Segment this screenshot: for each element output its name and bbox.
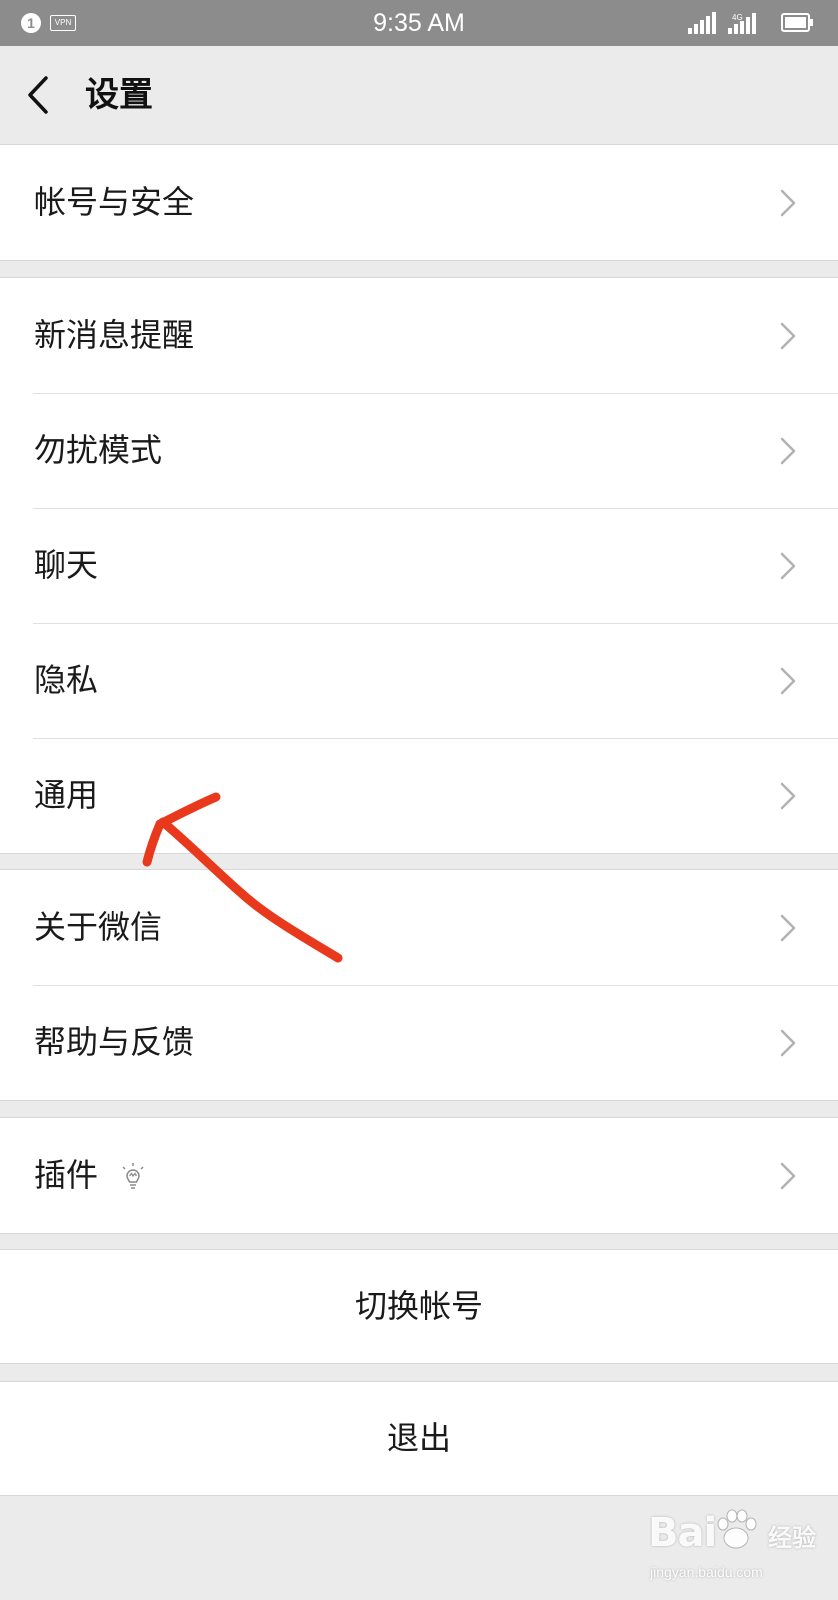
switch-account-group: 切换帐号 <box>0 1249 838 1364</box>
chevron-left-icon <box>28 76 48 114</box>
setting-label: 帐号与安全 <box>34 183 195 221</box>
setting-account-security[interactable]: 帐号与安全 <box>0 145 838 260</box>
baidu-jingyan-watermark: Bai 经验 jingyan.baidu.com <box>640 1500 820 1590</box>
chevron-right-icon <box>780 552 796 580</box>
chevron-right-icon <box>780 667 796 695</box>
setting-plugins[interactable]: 插件 <box>0 1118 838 1233</box>
setting-general[interactable]: 通用 <box>0 738 838 853</box>
network-label: 4G <box>732 13 743 22</box>
signal-4g-icon: 4G <box>728 13 756 34</box>
navbar: 设置 <box>0 46 838 144</box>
watermark-url: jingyan.baidu.com <box>650 1564 763 1580</box>
setting-label: 聊天 <box>34 546 99 584</box>
settings-group-about: 关于微信 帮助与反馈 <box>0 869 838 1101</box>
status-bar: 1 VPN 9:35 AM 4G <box>0 0 838 46</box>
setting-help-feedback[interactable]: 帮助与反馈 <box>0 985 838 1100</box>
switch-account-button[interactable]: 切换帐号 <box>0 1250 838 1363</box>
chevron-right-icon <box>780 1029 796 1057</box>
logout-group: 退出 <box>0 1381 838 1496</box>
setting-label: 新消息提醒 <box>34 316 195 354</box>
back-button[interactable] <box>20 72 64 118</box>
setting-label: 帮助与反馈 <box>34 1023 195 1061</box>
setting-label: 关于微信 <box>34 908 163 946</box>
setting-chat[interactable]: 聊天 <box>0 508 838 623</box>
chevron-right-icon <box>780 1162 796 1190</box>
setting-about-wechat[interactable]: 关于微信 <box>0 870 838 985</box>
chevron-right-icon <box>780 437 796 465</box>
battery-icon <box>781 13 813 32</box>
setting-label: 隐私 <box>34 661 99 699</box>
chevron-right-icon <box>780 914 796 942</box>
settings-group-account: 帐号与安全 <box>0 144 838 261</box>
setting-new-message-alerts[interactable]: 新消息提醒 <box>0 278 838 393</box>
setting-label: 勿扰模式 <box>34 431 163 469</box>
lightbulb-icon <box>122 1163 144 1189</box>
setting-label: 通用 <box>34 776 99 814</box>
signal-icon <box>688 12 716 34</box>
settings-group-plugins: 插件 <box>0 1117 838 1234</box>
logout-button[interactable]: 退出 <box>0 1382 838 1495</box>
logout-label: 退出 <box>386 1419 451 1457</box>
watermark-sub: 经验 <box>768 1524 816 1552</box>
chevron-right-icon <box>780 189 796 217</box>
setting-do-not-disturb[interactable]: 勿扰模式 <box>0 393 838 508</box>
setting-privacy[interactable]: 隐私 <box>0 623 838 738</box>
page-title: 设置 <box>85 75 153 115</box>
switch-account-label: 切换帐号 <box>354 1287 483 1325</box>
chevron-right-icon <box>780 322 796 350</box>
settings-group-general: 新消息提醒 勿扰模式 聊天 隐私 通用 <box>0 277 838 854</box>
paw-logo <box>717 1509 757 1549</box>
chevron-right-icon <box>780 782 796 810</box>
watermark-brand: Bai <box>648 1510 717 1556</box>
setting-label: 插件 <box>34 1156 99 1194</box>
